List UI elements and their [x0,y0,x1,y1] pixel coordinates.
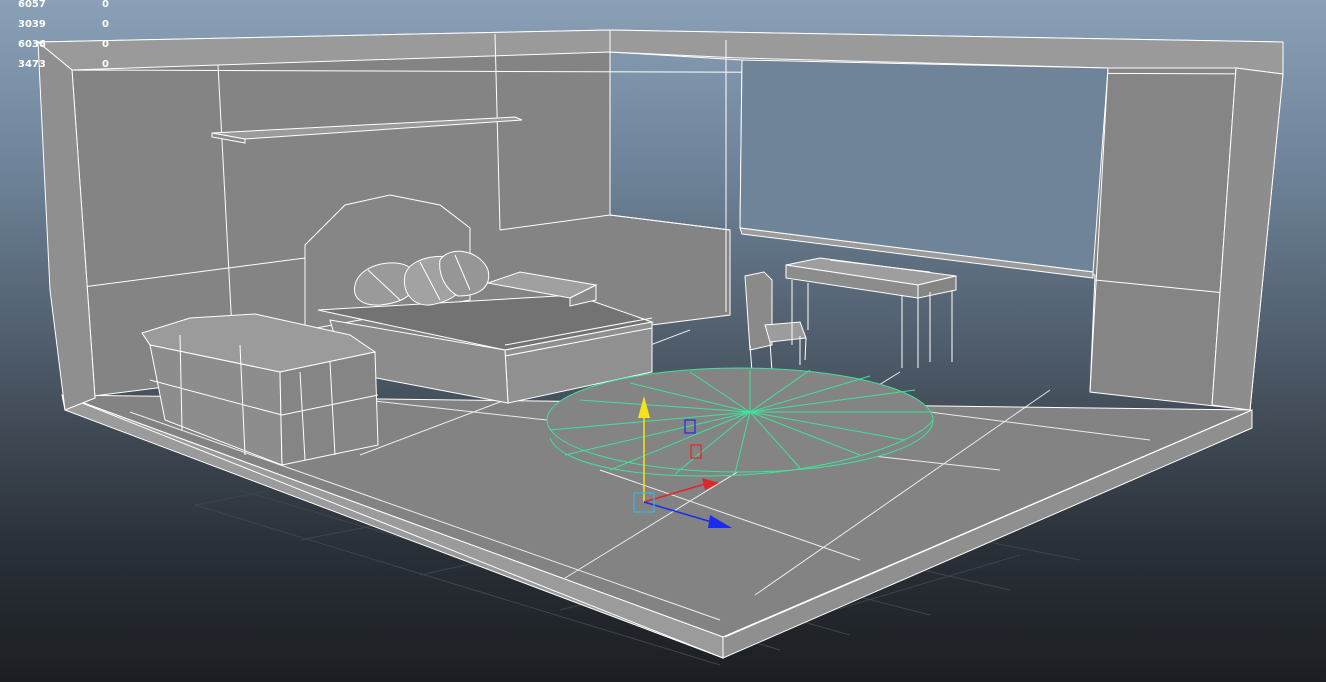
hud-value: 3039 [18,18,46,30]
hud-count: 0 [102,38,109,50]
hud-value: 3473 [18,58,46,70]
scene-canvas[interactable] [0,0,1326,682]
heads-up-display: 6057 0 3039 0 6036 0 3473 0 [18,0,122,74]
perspective-viewport[interactable]: 6057 0 3039 0 6036 0 3473 0 [0,0,1326,682]
hud-row: 6057 0 [18,0,122,14]
hud-row: 6036 0 [18,34,122,54]
hud-count: 0 [102,18,109,30]
hud-row: 3473 0 [18,54,122,74]
window[interactable] [739,59,1109,279]
hud-count: 0 [102,58,109,70]
hud-row: 3039 0 [18,14,122,34]
hud-value: 6036 [18,38,46,50]
desk[interactable] [785,257,957,368]
hud-count: 0 [102,0,109,10]
hud-value: 6057 [18,0,46,10]
chair[interactable] [744,271,807,373]
